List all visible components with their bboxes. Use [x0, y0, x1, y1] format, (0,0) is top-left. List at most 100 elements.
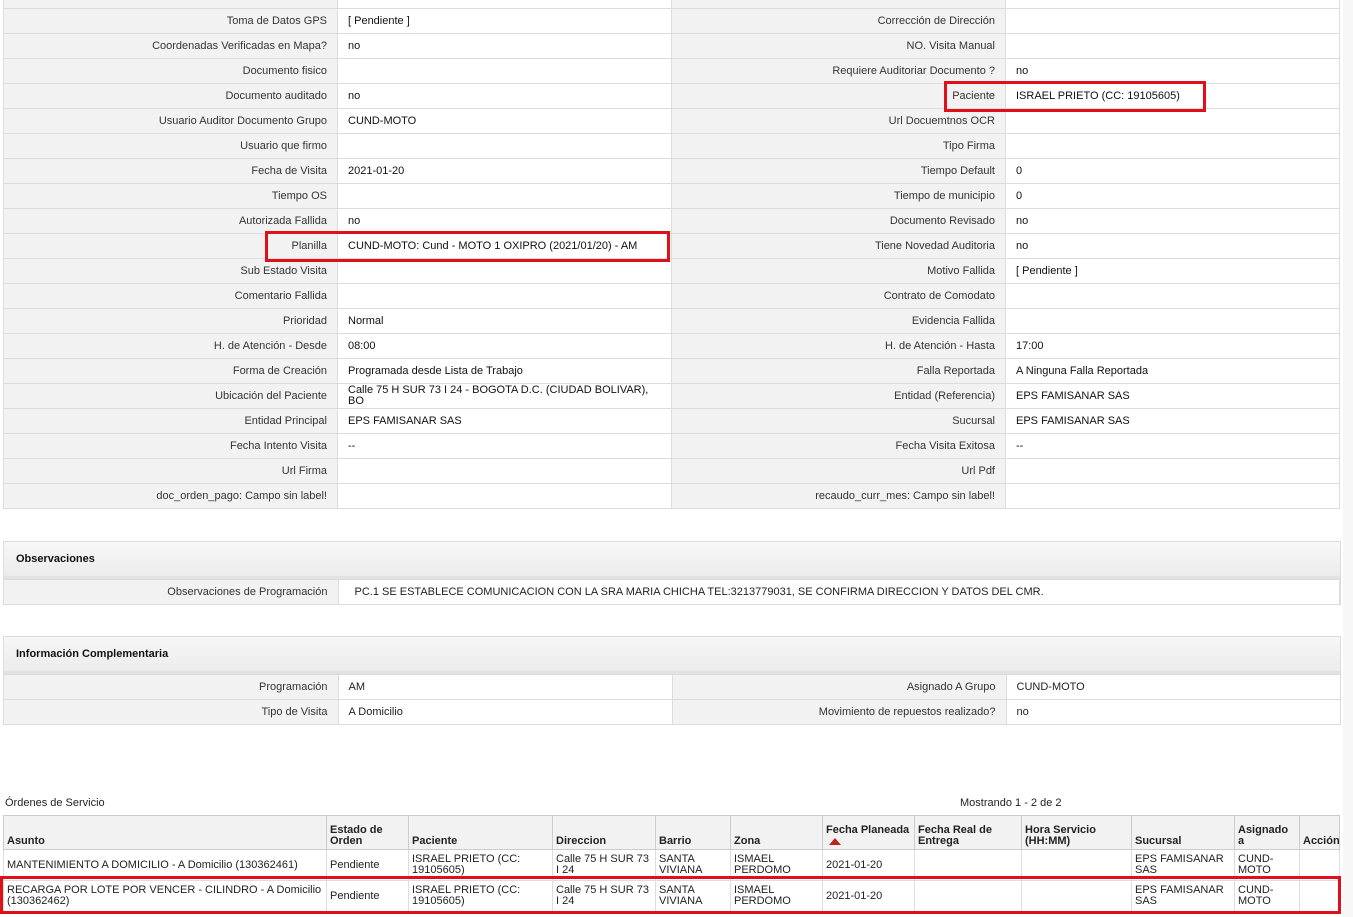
- order-cell-zona: ISMAEL PERDOMO: [730, 880, 823, 912]
- detail-row: doc_orden_pago: Campo sin label! recaudo_…: [3, 483, 1340, 509]
- col-asunto[interactable]: Asunto: [3, 815, 327, 850]
- field-label: Fecha Intento Visita: [3, 433, 338, 459]
- field-value: [1005, 308, 1340, 334]
- field-value: A Ninguna Falla Reportada: [1005, 358, 1340, 384]
- detail-row: Documento auditado no Paciente ISRAEL PRIET…: [3, 83, 1340, 109]
- field-label: Falla Reportada: [671, 358, 1006, 384]
- field-label: Asignado A Grupo: [672, 674, 1007, 700]
- order-cell-paciente: ISRAEL PRIETO (CC: 19105605): [408, 849, 553, 881]
- field-value: CUND-MOTO: Cund - MOTO 1 OXIPRO (2021/01…: [337, 233, 672, 259]
- detail-row: Coordenadas Verificadas en Mapa? no NO. Vi…: [3, 33, 1340, 59]
- field-value: 0: [1005, 183, 1340, 209]
- field-value: [ Pendiente ]: [337, 8, 672, 34]
- complementaria-row: Programación AM Asignado A Grupo CUND-MO…: [4, 674, 1341, 700]
- field-label: Url Firma: [3, 458, 338, 484]
- field-label: Url Docuemtnos OCR: [671, 108, 1006, 134]
- order-cell-asignado: CUND-MOTO: [1234, 849, 1300, 881]
- detail-row: Sub Estado Visita Motivo Fallida[ Pendien…: [3, 258, 1340, 284]
- field-label: Forma de Creación: [3, 358, 338, 384]
- order-row[interactable]: MANTENIMIENTO A DOMICILIO - A Domicilio …: [3, 849, 1340, 881]
- field-value: AM: [338, 674, 673, 700]
- col-direccion[interactable]: Direccion: [552, 815, 656, 850]
- order-cell-sucursal: EPS FAMISANAR SAS: [1131, 880, 1235, 912]
- field-value: [1005, 108, 1340, 134]
- detail-row: Toma de Datos GPS[ Pendiente ] Corrección…: [3, 8, 1340, 34]
- order-cell-asunto[interactable]: MANTENIMIENTO A DOMICILIO - A Domicilio …: [3, 849, 327, 881]
- field-value: [337, 458, 672, 484]
- field-label: NO. Visita Manual: [671, 33, 1006, 59]
- order-cell-accion: [1299, 880, 1340, 912]
- order-cell-asunto[interactable]: RECARGA POR LOTE POR VENCER - CILINDRO -…: [3, 880, 327, 912]
- field-label: Tipo de Visita: [4, 699, 339, 724]
- complementaria-row: Tipo de Visita A Domicilio Movimiento de…: [4, 699, 1341, 724]
- detail-row: Entidad Principal EPS FAMISANAR SAS Sucurs…: [3, 408, 1340, 434]
- field-label: Prioridad: [3, 308, 338, 334]
- field-label: Planilla: [3, 233, 338, 259]
- order-cell-fecha-planeada: 2021-01-20: [822, 880, 915, 912]
- detail-row: Planilla CUND-MOTO: Cund - MOTO 1 OXIPRO …: [3, 233, 1340, 259]
- col-fecha-planeada[interactable]: Fecha Planeada: [822, 815, 915, 850]
- field-label: Movimiento de repuestos realizado?: [672, 699, 1007, 724]
- detail-row: Fecha de Visita 2021-01-20 Tiempo Default 0: [3, 158, 1340, 184]
- field-value: EPS FAMISANAR SAS: [337, 408, 672, 434]
- col-fecha-real[interactable]: Fecha Real de Entrega: [914, 815, 1022, 850]
- ordenes-title: Órdenes de Servicio: [5, 797, 105, 809]
- detail-row: Usuario que firmo Tipo Firma: [3, 133, 1340, 159]
- field-value: 08:00: [337, 333, 672, 359]
- field-value: 2021-01-20: [337, 158, 672, 184]
- field-value: A Domicilio: [338, 699, 673, 724]
- detail-row: Fecha Intento Visita -- Fecha Visita Exito…: [3, 433, 1340, 459]
- col-paciente[interactable]: Paciente: [408, 815, 553, 850]
- col-asignado[interactable]: Asignado a: [1234, 815, 1300, 850]
- col-sucursal[interactable]: Sucursal: [1131, 815, 1235, 850]
- order-cell-estado: Pendiente: [326, 849, 409, 881]
- field-label: Contrato de Comodato: [671, 283, 1006, 309]
- field-label: Usuario que firmo: [3, 133, 338, 159]
- field-label: Documento Revisado: [671, 208, 1006, 234]
- field-value: Calle 75 H SUR 73 I 24 - BOGOTA D.C. (CI…: [337, 383, 672, 409]
- field-label: Requiere Auditoriar Documento ?: [671, 58, 1006, 84]
- field-label: Tiempo OS: [3, 183, 338, 209]
- detail-row: Usuario Auditor Documento Grupo CUND-MOTO…: [3, 108, 1340, 134]
- col-zona[interactable]: Zona: [730, 815, 823, 850]
- field-value: 17:00: [1005, 333, 1340, 359]
- order-cell-zona: ISMAEL PERDOMO: [730, 849, 823, 881]
- field-label: Autorizada Fallida: [3, 208, 338, 234]
- field-label: Fecha Visita Exitosa: [671, 433, 1006, 459]
- field-label: Motivo Fallida: [671, 258, 1006, 284]
- order-cell-paciente: ISRAEL PRIETO (CC: 19105605): [408, 880, 553, 912]
- col-fecha-planeada-label: Fecha Planeada: [826, 824, 910, 836]
- field-label: Tiempo de municipio: [671, 183, 1006, 209]
- col-hora-servicio[interactable]: Hora Servicio (HH:MM): [1021, 815, 1132, 850]
- field-label: Fecha de Visita: [3, 158, 338, 184]
- order-cell-sucursal: EPS FAMISANAR SAS: [1131, 849, 1235, 881]
- order-cell-hora-servicio: [1021, 849, 1132, 881]
- field-value: Normal: [337, 308, 672, 334]
- field-label: Toma de Datos GPS: [3, 8, 338, 34]
- col-estado[interactable]: Estado de Orden: [326, 815, 409, 850]
- field-label: Url Pdf: [671, 458, 1006, 484]
- field-label: Documento fisico: [3, 58, 338, 84]
- field-value: no: [1005, 58, 1340, 84]
- vertical-scrollbar[interactable]: [1343, 0, 1353, 917]
- detail-row: Forma de Creación Programada desde Lista …: [3, 358, 1340, 384]
- order-row[interactable]: RECARGA POR LOTE POR VENCER - CILINDRO -…: [3, 880, 1340, 912]
- col-barrio[interactable]: Barrio: [655, 815, 731, 850]
- field-value: no: [337, 33, 672, 59]
- order-cell-estado: Pendiente: [326, 880, 409, 912]
- detail-row: Tiempo OS Tiempo de municipio 0: [3, 183, 1340, 209]
- detail-row: Ubicación del Paciente Calle 75 H SUR 73 …: [3, 383, 1340, 409]
- field-label: Entidad Principal: [3, 408, 338, 434]
- order-cell-direccion: Calle 75 H SUR 73 I 24: [552, 849, 656, 881]
- field-label: H. de Atención - Desde: [3, 333, 338, 359]
- field-label: Comentario Fallida: [3, 283, 338, 309]
- field-value: EPS FAMISANAR SAS: [1005, 383, 1340, 409]
- field-value: [ Pendiente ]: [1005, 258, 1340, 284]
- field-label: doc_orden_pago: Campo sin label!: [3, 483, 338, 509]
- order-cell-fecha-real: [914, 849, 1022, 881]
- field-value: [337, 183, 672, 209]
- observaciones-label: Observaciones de Programación: [4, 579, 339, 604]
- order-cell-asignado: CUND-MOTO: [1234, 880, 1300, 912]
- order-cell-barrio: SANTA VIVIANA: [655, 849, 731, 881]
- informacion-complementaria-panel: Información Complementaria Programación …: [3, 636, 1341, 725]
